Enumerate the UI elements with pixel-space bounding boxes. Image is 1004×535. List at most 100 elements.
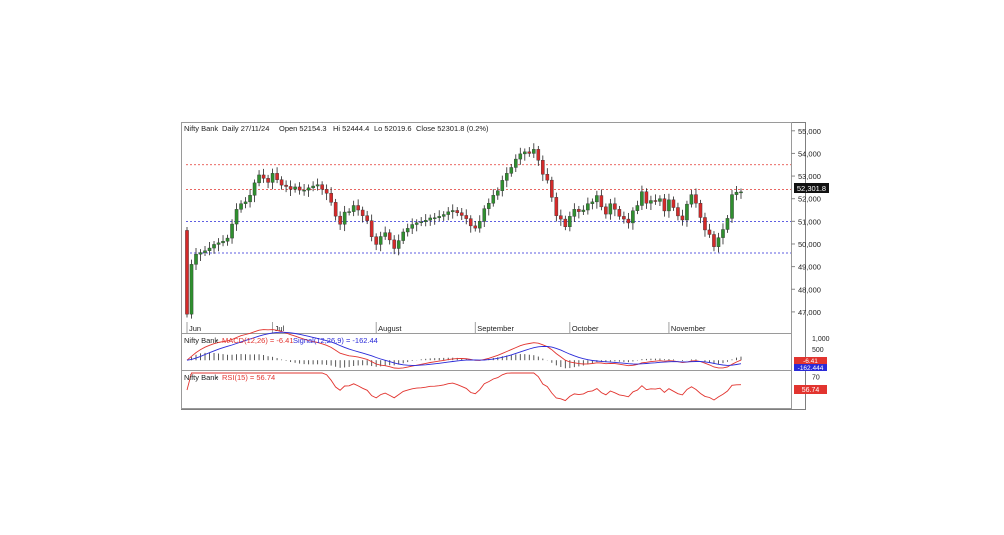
candle-body xyxy=(243,201,248,204)
candle-body xyxy=(667,199,671,212)
candle-body xyxy=(252,182,257,196)
candle-body xyxy=(185,230,189,315)
candle-body xyxy=(347,211,351,213)
macd-value-label: -6.41 xyxy=(803,358,818,365)
rsi-symbol: Nifty Bank xyxy=(184,373,218,382)
candle-body xyxy=(410,224,414,229)
candle-body xyxy=(716,237,721,247)
candle-body xyxy=(221,241,225,244)
candle-body xyxy=(486,203,491,209)
chart-header-period: Daily 27/11/24 xyxy=(222,124,269,133)
price-tick-label: 53,000 xyxy=(798,172,821,181)
candle-body xyxy=(559,215,563,220)
candle-body xyxy=(568,216,572,227)
price-tick-label: 50,000 xyxy=(798,240,821,249)
candle-body xyxy=(550,179,554,198)
candle-body xyxy=(500,180,505,191)
candle-body xyxy=(446,211,451,215)
candle-body xyxy=(527,151,532,154)
chart-header-close: Close 52301.8 (0.2%) xyxy=(416,124,489,133)
candle-body xyxy=(554,197,559,216)
candle-body xyxy=(338,215,342,225)
candle-body xyxy=(365,215,369,221)
candle-body xyxy=(342,211,347,225)
month-label: September xyxy=(477,324,514,333)
chart-header-high: Hi 52444.4 xyxy=(333,124,369,133)
candle-body xyxy=(203,250,207,253)
candle-body xyxy=(189,264,194,315)
candle-body xyxy=(541,160,545,175)
macd-tick-label: 500 xyxy=(812,347,824,354)
candle-body xyxy=(734,191,739,195)
candle-body xyxy=(626,218,631,224)
chart-header-symbol: Nifty Bank xyxy=(184,124,218,133)
candle-body xyxy=(293,186,297,190)
candle-body xyxy=(595,195,599,203)
candle-body xyxy=(635,205,640,211)
candle-body xyxy=(459,212,464,216)
candle-body xyxy=(523,151,527,155)
macd-label: MACD(12,26) = -6.41 xyxy=(222,336,294,345)
candle-body xyxy=(536,149,541,161)
candle-body xyxy=(703,217,707,231)
rsi-label: RSI(15) = 56.74 xyxy=(222,373,275,382)
candle-body xyxy=(712,234,716,247)
candle-body xyxy=(482,208,487,222)
candle-body xyxy=(496,190,500,196)
candle-body xyxy=(396,240,401,249)
candle-body xyxy=(685,203,689,221)
candle-body xyxy=(613,203,617,210)
candle-body xyxy=(351,205,356,212)
candle-body xyxy=(270,173,275,183)
candle-body xyxy=(604,206,608,215)
candle-body xyxy=(608,203,613,215)
candle-body xyxy=(261,174,266,179)
candle-body xyxy=(653,200,658,202)
macd-symbol: Nifty Bank xyxy=(184,336,218,345)
candle-body xyxy=(329,193,333,203)
month-label: August xyxy=(378,324,402,333)
candle-body xyxy=(491,195,496,204)
candle-body xyxy=(198,252,203,255)
candle-body xyxy=(572,209,577,217)
candle-body xyxy=(477,221,482,229)
candle-body xyxy=(676,207,680,217)
candle-body xyxy=(698,203,703,218)
candle-body xyxy=(505,173,509,181)
rsi-tick-label: 70 xyxy=(812,374,820,381)
candle-body xyxy=(680,215,685,221)
candle-body xyxy=(212,244,216,249)
candle-body xyxy=(721,229,725,238)
candle-body xyxy=(284,184,288,187)
candle-body xyxy=(464,215,469,219)
candle-body xyxy=(207,247,212,251)
candle-body xyxy=(586,203,590,211)
month-label: Jun xyxy=(189,324,201,333)
candle-body xyxy=(288,186,293,190)
price-tick-label: 47,000 xyxy=(798,308,821,317)
candle-body xyxy=(468,218,473,227)
candle-body xyxy=(563,218,568,227)
macd-signal-label: Signal(12,26,9) = -162.44 xyxy=(293,336,378,345)
candle-body xyxy=(599,195,604,208)
stock-chart: 55,000 54,000 53,000 52,000 51,000 50,000 49,0… xyxy=(181,122,830,410)
candle-body xyxy=(324,188,329,194)
candle-body xyxy=(428,217,432,221)
candle-body xyxy=(671,199,676,208)
candle-body xyxy=(437,216,442,218)
candle-body xyxy=(315,184,320,187)
chart-header-open: Open 52154.3 xyxy=(279,124,327,133)
candle-body xyxy=(419,221,423,223)
candle-body xyxy=(532,149,536,154)
candle-body xyxy=(509,167,514,174)
candle-body xyxy=(302,189,306,192)
month-label: October xyxy=(572,324,599,333)
candle-body xyxy=(234,209,239,225)
price-panel xyxy=(181,122,792,334)
candle-body xyxy=(383,232,387,237)
candle-body xyxy=(257,174,261,184)
candle-body xyxy=(631,210,635,224)
candle-body xyxy=(590,201,595,204)
rsi-value-label: 56.74 xyxy=(802,387,820,394)
candle-body xyxy=(360,209,365,216)
